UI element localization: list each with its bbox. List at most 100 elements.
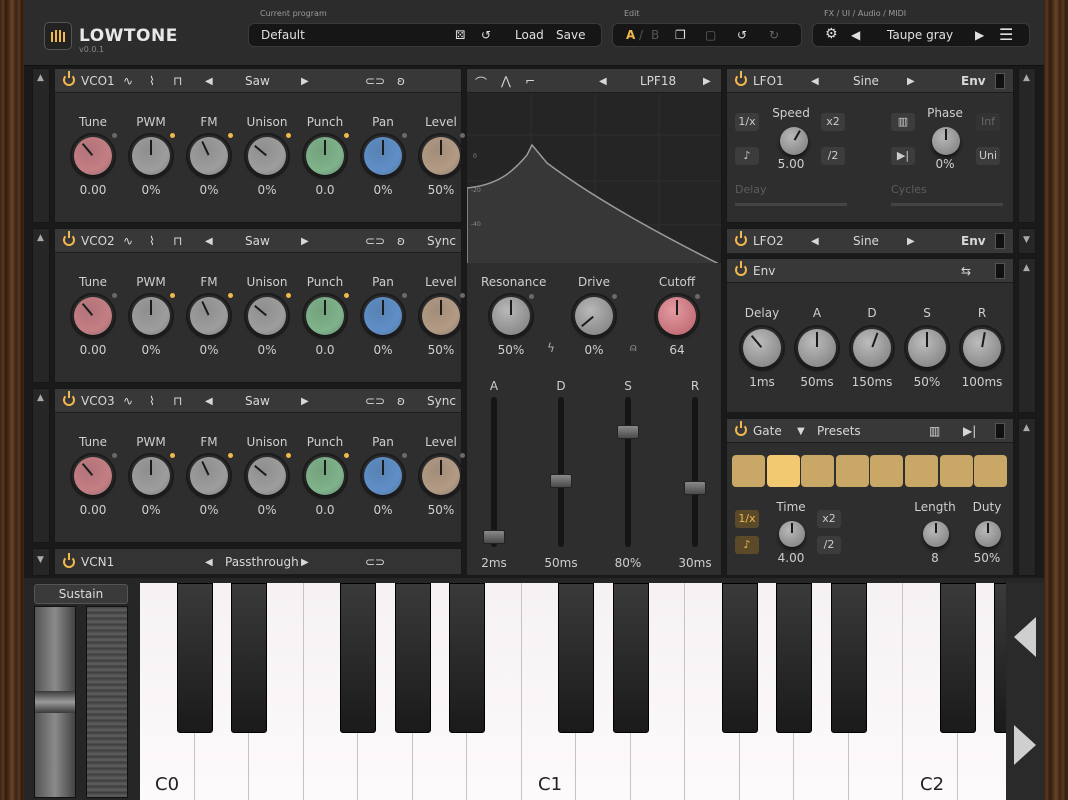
filter-env-d-track[interactable]: [558, 397, 564, 547]
lfo1-frac-button[interactable]: 1/x: [735, 113, 759, 131]
vco-pwm-knob[interactable]: [128, 453, 174, 499]
gate-toggle[interactable]: [995, 423, 1005, 439]
vco-pan-knob[interactable]: [360, 133, 406, 179]
sine-wave-icon[interactable]: ∿: [123, 74, 133, 88]
black-key[interactable]: [176, 583, 213, 733]
scroll-up-icon[interactable]: ▲: [37, 73, 44, 83]
vco2-wave[interactable]: Saw: [245, 234, 270, 248]
filter-env-r-fader[interactable]: [684, 481, 706, 495]
gate-step[interactable]: [732, 455, 765, 487]
filter-env-a-fader[interactable]: [483, 530, 505, 544]
mod-wheel[interactable]: [86, 606, 128, 798]
gate-step[interactable]: [801, 455, 835, 487]
wave-prev-icon[interactable]: ◀: [205, 76, 213, 87]
sustain-button[interactable]: Sustain: [34, 584, 128, 604]
copy-icon[interactable]: ❐: [675, 28, 686, 42]
power-icon[interactable]: [63, 391, 75, 406]
lfo1-side-handle[interactable]: ▲: [1018, 68, 1036, 223]
lfo1-phase-knob[interactable]: [932, 127, 960, 155]
octave-down-icon[interactable]: [1014, 617, 1036, 657]
black-key[interactable]: [394, 583, 431, 733]
lfo2-env[interactable]: Env: [961, 234, 986, 248]
lfo-next-icon[interactable]: ▶: [907, 236, 915, 247]
ear-icon[interactable]: ʚ: [397, 394, 405, 408]
square-wave-icon[interactable]: ⊓: [173, 394, 182, 408]
gate-step[interactable]: [766, 455, 800, 487]
wave-next-icon[interactable]: ▶: [301, 236, 309, 247]
vco2-side-handle[interactable]: ▲: [32, 228, 50, 383]
power-icon[interactable]: [63, 71, 75, 86]
vco-pwm-knob[interactable]: [128, 293, 174, 339]
vco-pan-knob[interactable]: [360, 293, 406, 339]
highpass-icon[interactable]: ⌐: [525, 74, 535, 88]
lfo1-cycles-slider[interactable]: [891, 203, 1003, 206]
scroll-up-icon[interactable]: ▲: [1023, 263, 1030, 273]
gate-step[interactable]: [905, 455, 938, 487]
gate-presets[interactable]: Presets: [817, 424, 861, 438]
wave-prev-icon[interactable]: ◀: [205, 396, 213, 407]
filter-env-r-track[interactable]: [692, 397, 698, 547]
gate-step[interactable]: [974, 455, 1008, 487]
keytrack-icon[interactable]: ⍝: [630, 341, 637, 355]
power-icon[interactable]: [735, 71, 747, 86]
lfo1-speed-knob[interactable]: [780, 127, 808, 155]
square-wave-icon[interactable]: ⊓: [173, 234, 182, 248]
filter-type[interactable]: LPF18: [640, 74, 676, 88]
scroll-up-icon[interactable]: ▲: [1023, 73, 1030, 83]
gear-icon[interactable]: ⚙: [825, 26, 838, 42]
scroll-up-icon[interactable]: ▲: [1023, 423, 1030, 433]
gate-div2-button[interactable]: /2: [817, 536, 841, 554]
pitch-wheel[interactable]: [34, 606, 76, 798]
gate-duty-knob[interactable]: [975, 521, 1001, 547]
filter-next-icon[interactable]: ▶: [703, 76, 711, 87]
bandpass-icon[interactable]: ⋀: [501, 74, 511, 88]
filter-env-d-fader[interactable]: [550, 474, 572, 488]
vco-tune-knob[interactable]: [70, 133, 116, 179]
link-icon[interactable]: ⊂⊃: [365, 234, 385, 248]
env-d-knob[interactable]: [849, 325, 895, 371]
sine-wave-icon[interactable]: ∿: [123, 234, 133, 248]
vco2-sync[interactable]: Sync: [427, 234, 456, 248]
vco-unison-knob[interactable]: [244, 453, 290, 499]
ear-icon[interactable]: ʚ: [397, 74, 405, 88]
lightning-icon[interactable]: ϟ: [547, 341, 555, 355]
program-name[interactable]: Default: [261, 28, 305, 42]
lfo1-div2-button[interactable]: /2: [821, 147, 845, 165]
wave-next-icon[interactable]: ▶: [301, 396, 309, 407]
env-r-knob[interactable]: [959, 325, 1005, 371]
lfo1-inf-button[interactable]: Inf: [976, 113, 1000, 131]
power-icon[interactable]: [735, 231, 747, 246]
vco-tune-knob[interactable]: [70, 453, 116, 499]
wave-prev-icon[interactable]: ◀: [205, 236, 213, 247]
lfo1-delay-slider[interactable]: [735, 203, 847, 206]
vco-level-knob[interactable]: [418, 293, 464, 339]
undo-edit-icon[interactable]: ↺: [737, 28, 747, 42]
saw-wave-icon[interactable]: ⌇: [149, 234, 155, 248]
drive-knob[interactable]: [571, 293, 617, 339]
lfo-prev-icon[interactable]: ◀: [811, 236, 819, 247]
black-key[interactable]: [939, 583, 976, 733]
black-key[interactable]: [721, 583, 758, 733]
saw-wave-icon[interactable]: ⌇: [149, 394, 155, 408]
gate-length-knob[interactable]: [923, 521, 949, 547]
black-key[interactable]: [558, 583, 594, 733]
theme-prev-icon[interactable]: ◀: [851, 28, 860, 42]
black-key[interactable]: [231, 583, 267, 733]
retrigger-icon[interactable]: ▶|: [891, 147, 915, 165]
saw-wave-icon[interactable]: ⌇: [149, 74, 155, 88]
vco-fm-knob[interactable]: [186, 293, 232, 339]
mode-next-icon[interactable]: ▶: [301, 557, 309, 568]
env-side-handle[interactable]: ▲: [1018, 258, 1036, 413]
filter-env-s-track[interactable]: [625, 397, 631, 547]
dice-icon[interactable]: ⚄: [455, 28, 465, 42]
theme-next-icon[interactable]: ▶: [975, 28, 984, 42]
mode-prev-icon[interactable]: ◀: [205, 557, 213, 568]
vco3-side-handle[interactable]: ▲: [32, 388, 50, 543]
vco3-sync[interactable]: Sync: [427, 394, 456, 408]
gate-step[interactable]: [835, 455, 869, 487]
lfo-next-icon[interactable]: ▶: [907, 76, 915, 87]
loop-icon[interactable]: ⇆: [961, 264, 971, 278]
vco-pan-knob[interactable]: [360, 453, 406, 499]
lfo1-toggle[interactable]: [995, 73, 1005, 89]
black-key[interactable]: [830, 583, 867, 733]
